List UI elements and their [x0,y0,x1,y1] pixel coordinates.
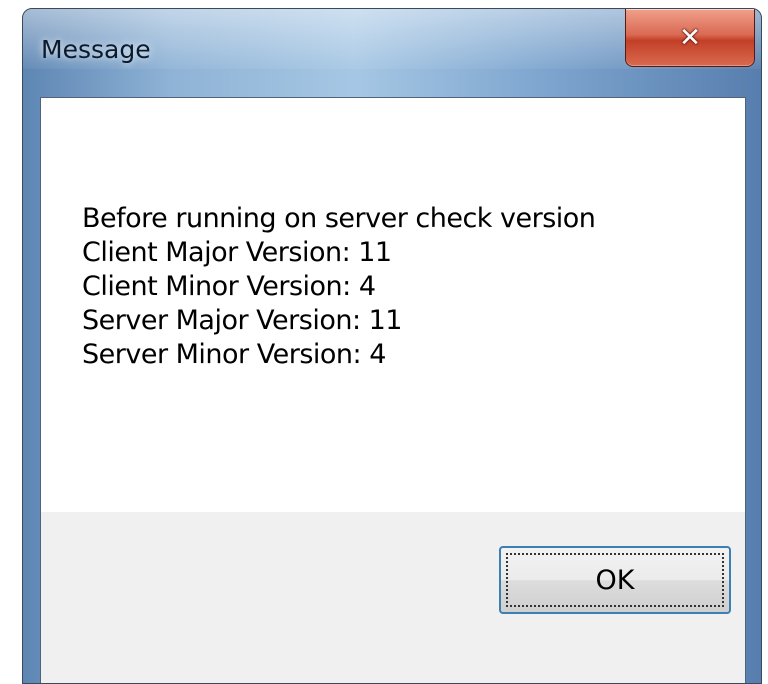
dialog-content: Before running on server check version C… [40,97,746,683]
button-area: OK [41,512,745,683]
message-line: Before running on server check version [82,203,596,234]
message-text: Before running on server check version C… [82,202,596,372]
ok-button-label: OK [595,564,635,596]
message-line: Client Minor Version: 4 [82,271,376,302]
close-button[interactable]: ✕ [625,9,755,67]
message-line: Server Major Version: 11 [82,305,403,336]
message-line: Client Major Version: 11 [82,237,392,268]
close-icon: ✕ [679,22,701,53]
title-bar[interactable]: Message ✕ [23,9,761,95]
message-line: Server Minor Version: 4 [82,339,386,370]
ok-button[interactable]: OK [499,546,731,614]
message-dialog: Message ✕ Before running on server check… [22,8,762,684]
dialog-title: Message [41,35,151,64]
